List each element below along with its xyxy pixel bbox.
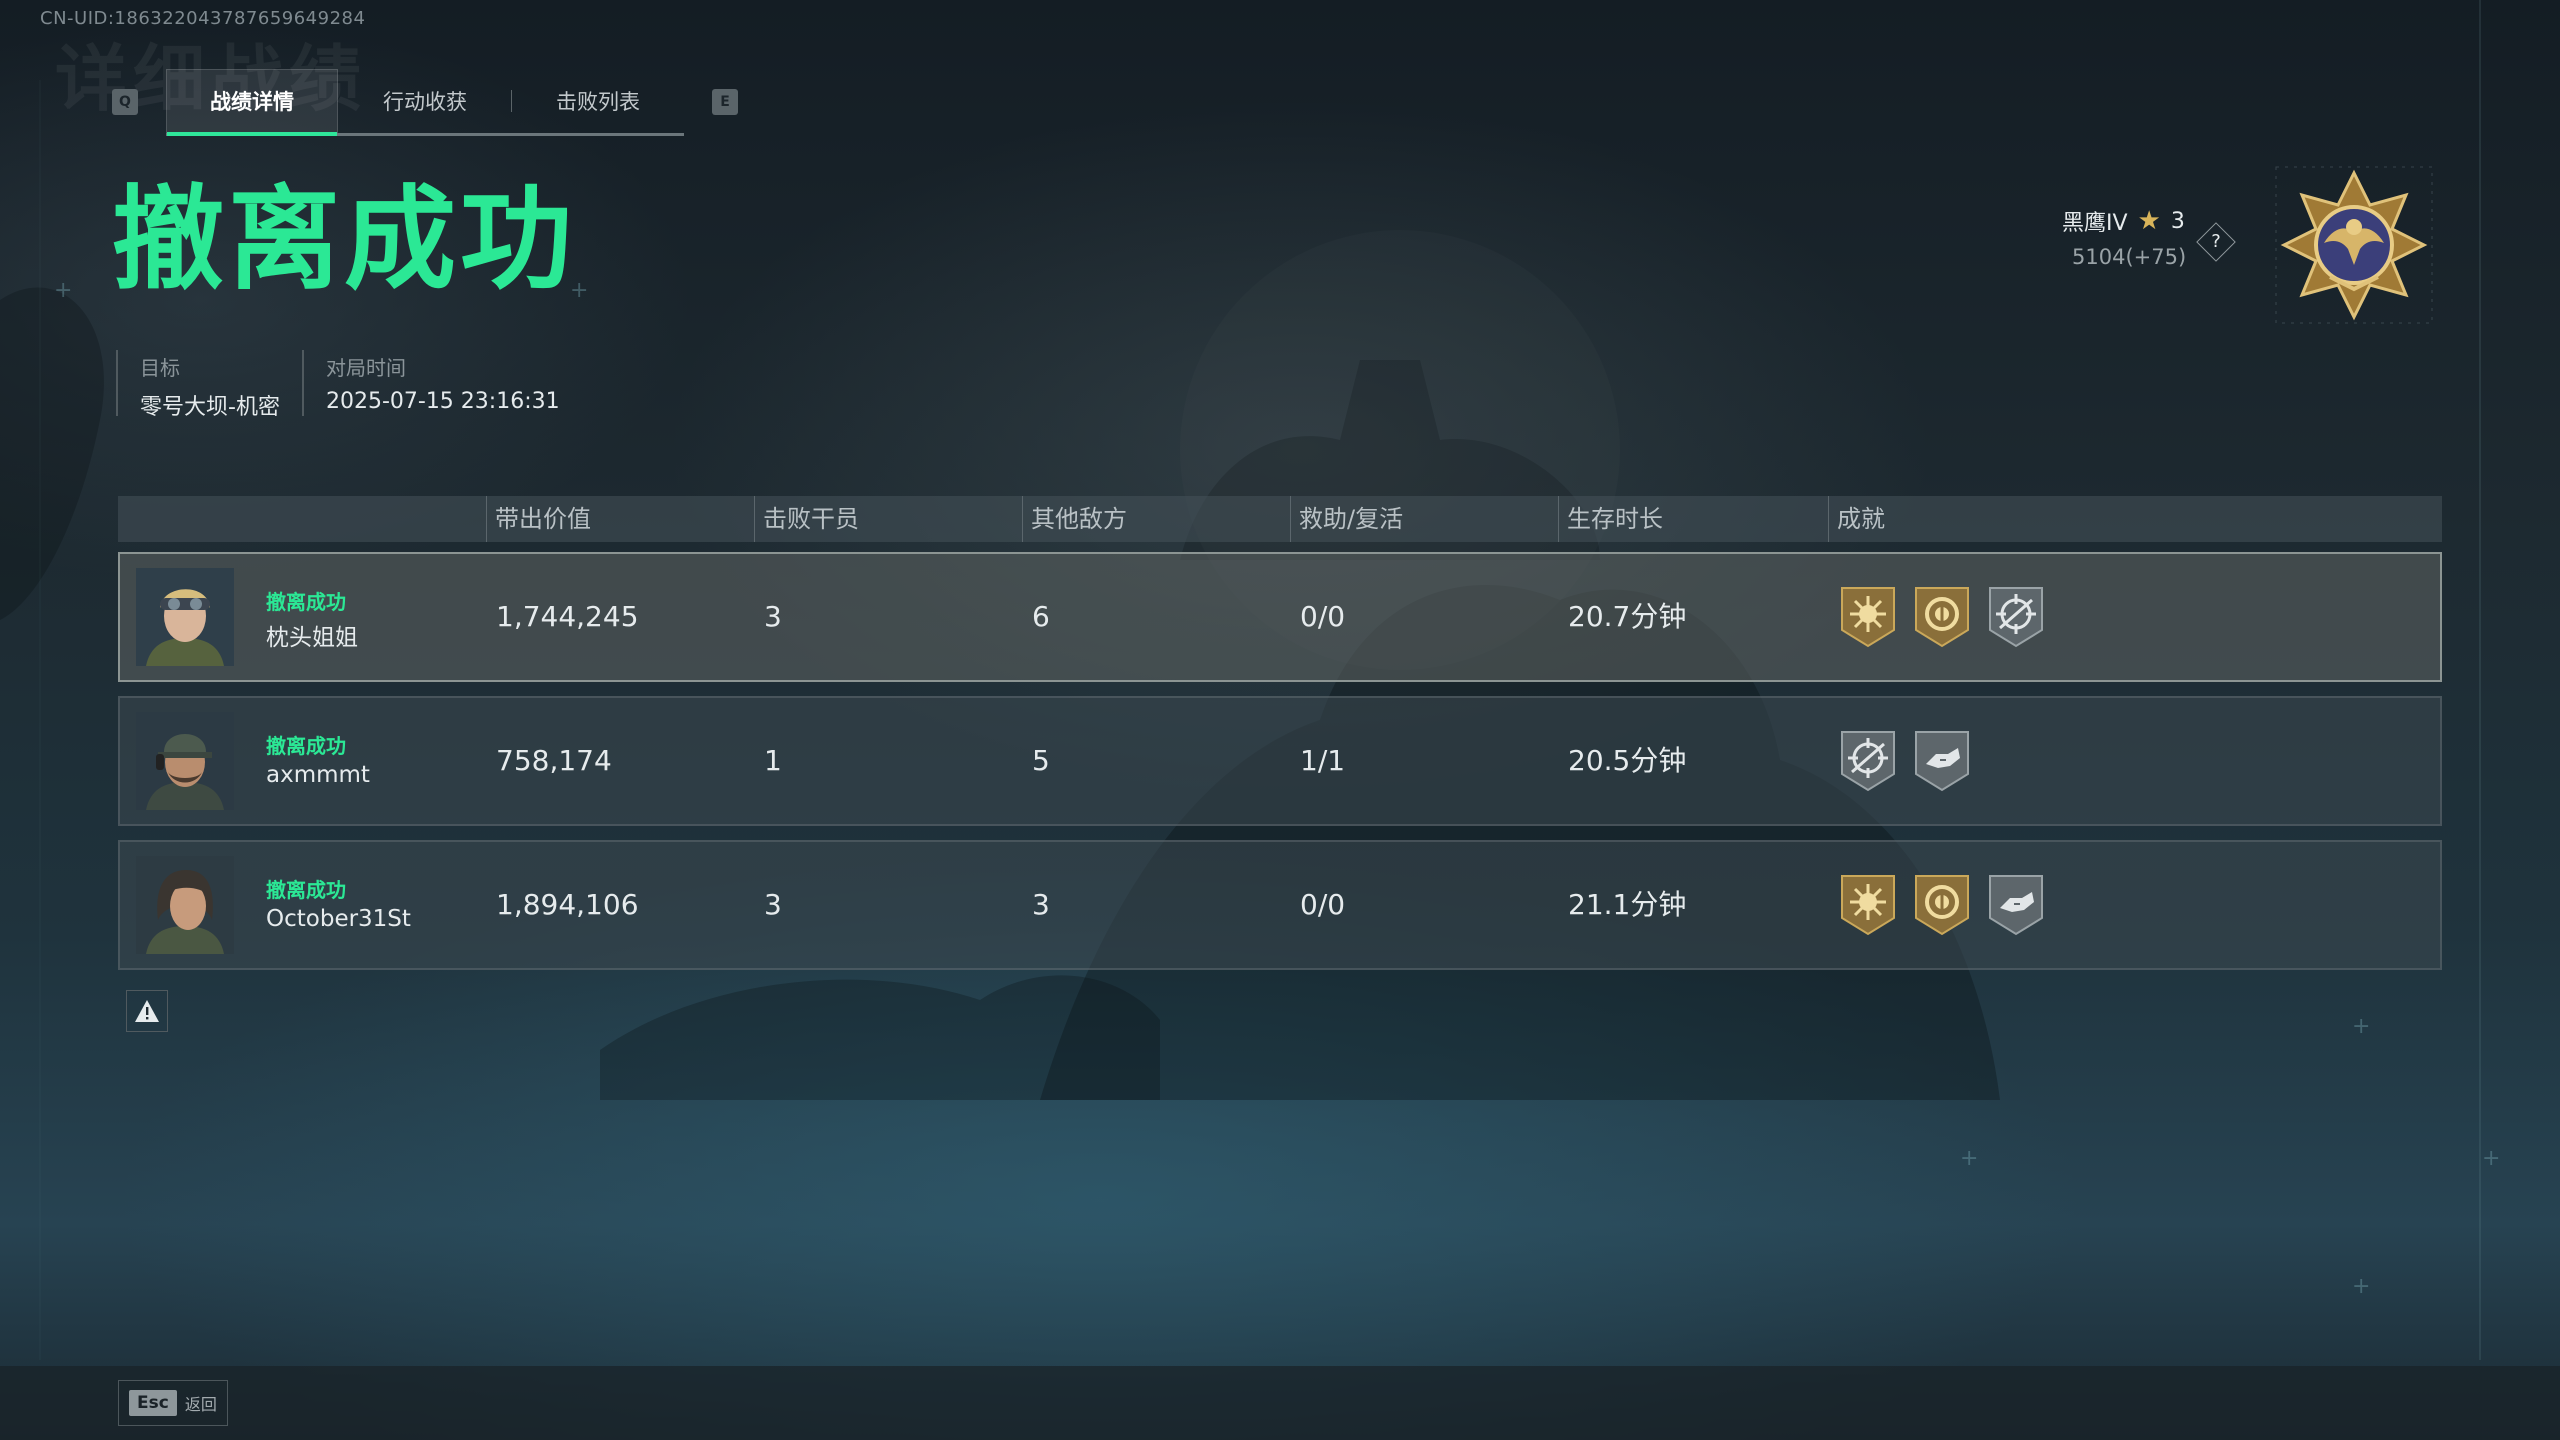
player-name: 枕头姐姐 bbox=[266, 625, 358, 651]
value-cell: 1,744,245 bbox=[496, 600, 639, 633]
others-cell: 6 bbox=[1032, 600, 1050, 633]
esc-key: Esc bbox=[129, 1390, 177, 1416]
header-assist: 救助/复活 bbox=[1290, 496, 1403, 542]
avatar bbox=[136, 856, 234, 954]
star-icon: ★ bbox=[2137, 206, 2161, 236]
back-button[interactable]: Esc 返回 bbox=[118, 1380, 228, 1426]
survival-cell: 20.5分钟 bbox=[1568, 744, 1687, 777]
header-value: 带出价值 bbox=[486, 496, 591, 542]
rank-medal-icon bbox=[2275, 166, 2433, 324]
player-name: October31St bbox=[266, 906, 411, 932]
header-achievements: 成就 bbox=[1828, 496, 1885, 542]
rank-name: 黑鹰IV bbox=[2062, 211, 2128, 236]
player-name: axmmmt bbox=[266, 762, 370, 788]
avatar bbox=[136, 712, 234, 810]
time-block: 对局时间 2025-07-15 23:16:31 bbox=[301, 350, 560, 416]
assist-cell: 0/0 bbox=[1300, 600, 1346, 633]
report-warning-icon[interactable] bbox=[126, 990, 168, 1032]
deco-cross: + bbox=[2482, 1146, 2501, 1171]
header-survival: 生存时长 bbox=[1558, 496, 1663, 542]
kills-cell: 3 bbox=[764, 888, 782, 921]
value-cell: 1,894,106 bbox=[496, 888, 639, 921]
others-cell: 5 bbox=[1032, 744, 1050, 777]
deco-cross: + bbox=[2352, 1274, 2371, 1299]
assist-cell: 0/0 bbox=[1300, 888, 1346, 921]
assist-cell: 1/1 bbox=[1300, 744, 1346, 777]
tab-battle-details[interactable]: 战绩详情 bbox=[166, 68, 338, 136]
silver-target-badge-icon[interactable] bbox=[1986, 584, 2046, 650]
rank-stars: 3 bbox=[2170, 208, 2185, 234]
help-glyph: ? bbox=[2211, 231, 2221, 252]
deco-cross: + bbox=[54, 278, 73, 303]
tab-bar: Q 战绩详情 行动收获 击败列表 E bbox=[112, 68, 738, 136]
others-cell: 3 bbox=[1032, 888, 1050, 921]
kills-cell: 3 bbox=[764, 600, 782, 633]
deco-cross: + bbox=[1960, 1146, 1979, 1171]
match-meta: 目标 零号大坝-机密 对局时间 2025-07-15 23:16:31 bbox=[116, 350, 582, 420]
row-status: 撤离成功 bbox=[266, 590, 346, 614]
silver-hand-badge-icon[interactable] bbox=[1912, 728, 1972, 794]
result-title: 撤离成功 bbox=[112, 175, 576, 305]
next-tab-key[interactable]: E bbox=[712, 89, 738, 115]
table-row[interactable]: 撤离成功 枕头姐姐 1,744,245 3 6 0/0 20.7分钟 bbox=[118, 552, 2442, 682]
gold-compass-badge-icon[interactable] bbox=[1912, 872, 1972, 938]
deco-cross: + bbox=[2352, 1014, 2371, 1039]
silver-hand-badge-icon[interactable] bbox=[1986, 872, 2046, 938]
target-value: 零号大坝-机密 bbox=[140, 395, 280, 420]
table-header: 带出价值 击败干员 其他敌方 救助/复活 生存时长 成就 bbox=[118, 496, 2442, 542]
survival-cell: 21.1分钟 bbox=[1568, 888, 1687, 921]
achievement-badges bbox=[1838, 584, 2046, 650]
time-label: 对局时间 bbox=[325, 356, 406, 380]
target-label: 目标 bbox=[140, 356, 180, 380]
header-others: 其他敌方 bbox=[1022, 496, 1127, 542]
tabs: 战绩详情 行动收获 击败列表 bbox=[166, 68, 684, 136]
survival-cell: 20.7分钟 bbox=[1568, 600, 1687, 633]
time-value: 2025-07-15 23:16:31 bbox=[325, 389, 560, 414]
achievement-badges bbox=[1838, 728, 1972, 794]
avatar bbox=[136, 568, 234, 666]
row-status: 撤离成功 bbox=[266, 734, 346, 758]
value-cell: 758,174 bbox=[496, 744, 612, 777]
table-row[interactable]: 撤离成功 axmmmt 758,174 1 5 1/1 20.5分钟 bbox=[118, 696, 2442, 826]
row-status: 撤离成功 bbox=[266, 878, 346, 902]
gold-sun-badge-icon[interactable] bbox=[1838, 872, 1898, 938]
prev-tab-key[interactable]: Q bbox=[112, 89, 138, 115]
kills-cell: 1 bbox=[764, 744, 782, 777]
achievement-badges bbox=[1838, 872, 2046, 938]
target-block: 目标 零号大坝-机密 bbox=[116, 350, 280, 420]
table-row[interactable]: 撤离成功 October31St 1,894,106 3 3 0/0 21.1分… bbox=[118, 840, 2442, 970]
silver-target-badge-icon[interactable] bbox=[1838, 728, 1898, 794]
tab-action-loot[interactable]: 行动收获 bbox=[339, 69, 511, 133]
header-kills: 击败干员 bbox=[754, 496, 859, 542]
tab-defeat-list[interactable]: 击败列表 bbox=[512, 69, 684, 133]
gold-compass-badge-icon[interactable] bbox=[1912, 584, 1972, 650]
gold-sun-badge-icon[interactable] bbox=[1838, 584, 1898, 650]
back-label: 返回 bbox=[184, 1395, 217, 1414]
bottom-bar bbox=[0, 1366, 2560, 1440]
